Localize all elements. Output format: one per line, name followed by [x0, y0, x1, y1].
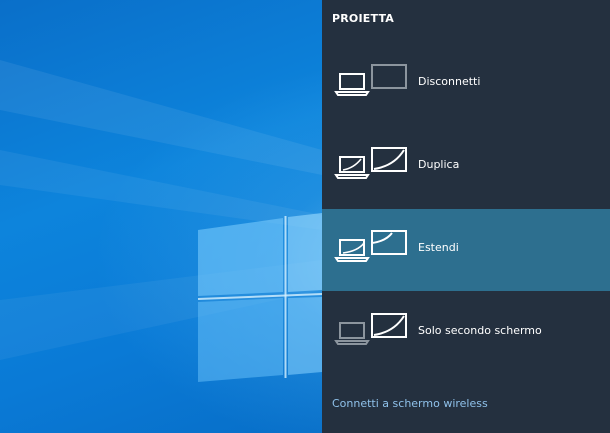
option-label-duplicate: Duplica — [418, 158, 460, 171]
second-screen-only-icon — [334, 313, 407, 345]
project-panel: PROIETTA Disconnetti Duplica Estendi Sol… — [322, 0, 610, 433]
pc-screen-only-icon — [334, 64, 407, 96]
panel-title: PROIETTA — [332, 12, 395, 25]
connect-wireless-display-link[interactable]: Connetti a schermo wireless — [332, 397, 488, 410]
extend-icon — [334, 230, 407, 262]
option-disconnect[interactable]: Disconnetti — [322, 43, 610, 125]
duplicate-icon — [334, 147, 407, 179]
option-duplicate[interactable]: Duplica — [322, 126, 610, 208]
option-extend[interactable]: Estendi — [322, 209, 610, 291]
windows-logo-wallpaper — [0, 60, 322, 382]
option-label-extend: Estendi — [418, 241, 459, 254]
option-label-second-screen-only: Solo secondo schermo — [418, 324, 542, 337]
option-second-screen-only[interactable]: Solo secondo schermo — [322, 292, 610, 374]
option-label-disconnect: Disconnetti — [418, 75, 481, 88]
